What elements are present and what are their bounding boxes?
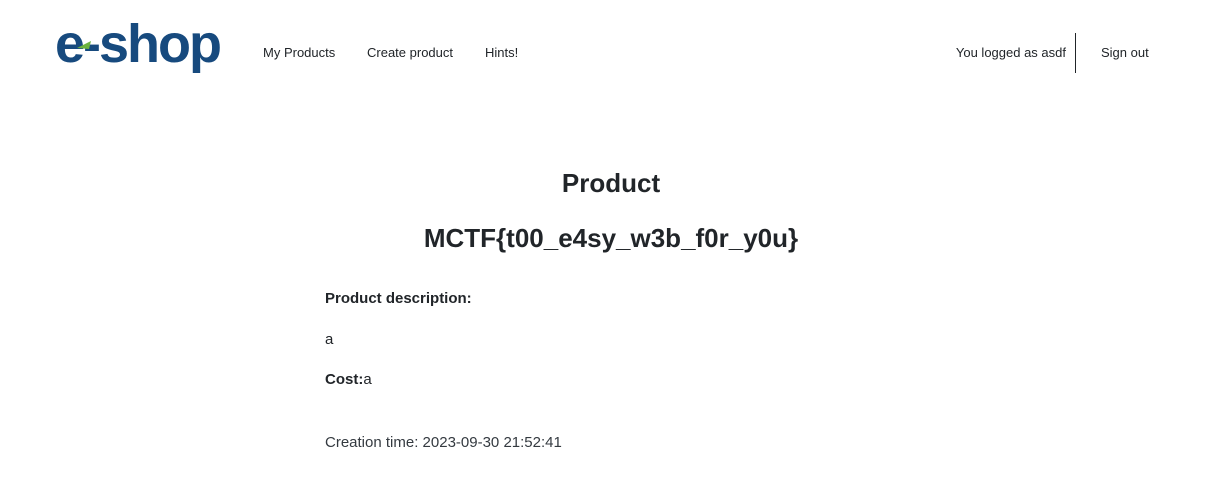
cost-value: a bbox=[363, 371, 372, 388]
eshop-logo[interactable]: e-shop bbox=[55, 14, 247, 82]
description-label: Product description: bbox=[325, 290, 472, 307]
eshop-logo-icon: e-shop bbox=[55, 14, 222, 74]
description-value: a bbox=[325, 331, 334, 348]
page-title: Product bbox=[561, 168, 661, 198]
creation-time-label: Creation time: bbox=[325, 434, 419, 451]
cost-row: Cost:a bbox=[325, 371, 372, 388]
nav-my-products[interactable]: My Products bbox=[263, 45, 335, 60]
sign-out-link[interactable]: Sign out bbox=[1101, 45, 1149, 60]
nav-divider bbox=[1075, 33, 1076, 73]
nav-create-product[interactable]: Create product bbox=[367, 45, 453, 60]
creation-time-value: 2023-09-30 21:52:41 bbox=[422, 434, 562, 451]
cost-label: Cost: bbox=[325, 371, 364, 388]
top-navbar: e-shop My Products Create product Hints!… bbox=[0, 0, 1205, 108]
product-name: MCTF{t00_e4sy_w3b_f0r_y0u} bbox=[423, 223, 799, 253]
nav-hints[interactable]: Hints! bbox=[485, 45, 518, 60]
logged-in-user-status: You logged as asdf bbox=[955, 45, 1066, 60]
creation-time-row: Creation time: 2023-09-30 21:52:41 bbox=[325, 434, 562, 451]
